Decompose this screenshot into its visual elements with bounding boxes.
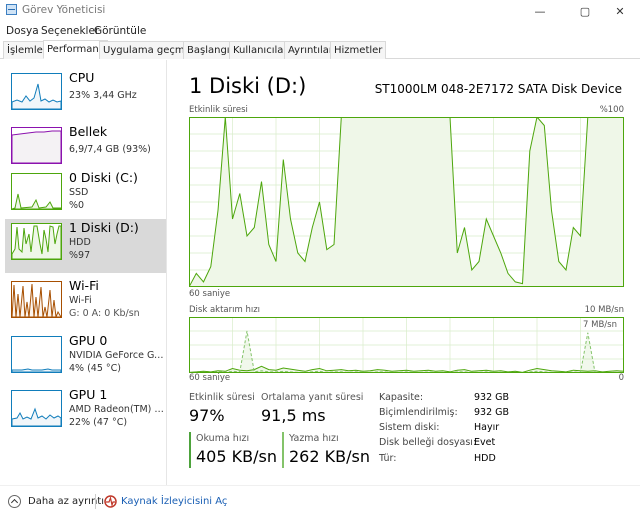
menu-bar: Dosya Seçenekler Görüntüle	[0, 22, 640, 40]
sidebar-item-usage: %97	[69, 250, 91, 261]
page-file-value: Evet	[474, 437, 496, 448]
active-time-label: Etkinlik süresi	[189, 392, 255, 403]
response-time-value: 91,5 ms	[261, 406, 326, 425]
memory-thumbnail-graph	[11, 127, 62, 164]
sidebar-item-detail: 23% 3,44 GHz	[69, 90, 137, 101]
transfer-chart-inner-label: 7 MB/sn	[582, 320, 618, 330]
sidebar-item-disk-1[interactable]: 1 Diski (D:) HDD %97	[5, 219, 166, 273]
menu-options[interactable]: Seçenekler	[41, 25, 99, 37]
read-speed-label: Okuma hızı	[196, 433, 250, 444]
sidebar-item-cpu[interactable]: CPU 23% 3,44 GHz	[5, 69, 166, 123]
formatted-value: 932 GB	[474, 407, 510, 418]
disk-model-name: ST1000LM 048-2E7172 SATA Disk Device	[374, 82, 622, 96]
system-disk-label: Sistem diski:	[379, 422, 440, 433]
tab-bar: İşlemler Performans Uygulama geçmişi Baş…	[0, 40, 640, 59]
active-time-value: 97%	[189, 406, 225, 425]
sidebar-item-wifi[interactable]: Wi-Fi Wi-Fi G: 0 A: 0 Kb/sn	[5, 277, 166, 331]
formatted-label: Biçimlendirilmiş:	[379, 407, 458, 418]
write-speed-value: 262 KB/sn	[289, 447, 370, 466]
disk-detail-panel: 1 Diski (D:) ST1000LM 048-2E7172 SATA Di…	[168, 60, 640, 485]
read-speed-indicator	[189, 432, 191, 468]
disk1-thumbnail-graph	[11, 223, 62, 260]
system-disk-value: Hayır	[474, 422, 500, 433]
gpu0-thumbnail-graph	[11, 336, 62, 373]
window-title: Görev Yöneticisi	[22, 4, 106, 16]
sidebar-item-name: 1 Diski (D:)	[69, 220, 139, 235]
sidebar-item-gpu-0[interactable]: GPU 0 NVIDIA GeForce GTX... 4% (45 °C)	[5, 332, 166, 386]
sidebar-item-detail: Wi-Fi	[69, 295, 92, 306]
write-speed-label: Yazma hızı	[289, 433, 339, 444]
footer-divider	[95, 494, 96, 509]
read-speed-value: 405 KB/sn	[196, 447, 277, 466]
resource-sidebar: CPU 23% 3,44 GHz Bellek 6,9/7,4 GB (93%)…	[0, 60, 167, 485]
write-speed-indicator	[282, 432, 284, 468]
capacity-value: 932 GB	[474, 392, 510, 403]
sidebar-item-detail: AMD Radeon(TM) Gr...	[69, 404, 165, 415]
sidebar-item-disk-0[interactable]: 0 Diski (C:) SSD %0	[5, 169, 166, 223]
resource-monitor-link[interactable]: Kaynak İzleyicisini Aç	[121, 496, 227, 507]
menu-view[interactable]: Görüntüle	[94, 25, 146, 37]
sidebar-item-name: GPU 0	[69, 333, 108, 348]
fewer-details-link[interactable]: Daha az ayrıntı	[28, 496, 104, 507]
transfer-chart-time-label: 60 saniye	[189, 373, 231, 383]
title-bar: Görev Yöneticisi — ▢ ✕	[0, 0, 640, 22]
sidebar-item-usage: 22% (47 °C)	[69, 417, 128, 428]
response-time-label: Ortalama yanıt süresi	[261, 392, 364, 403]
transfer-chart-zero-label: 0	[618, 373, 624, 383]
capacity-label: Kapasite:	[379, 392, 424, 403]
sidebar-item-name: GPU 1	[69, 387, 108, 402]
chevron-up-icon[interactable]	[8, 495, 21, 508]
page-file-label: Disk belleği dosyası:	[379, 437, 477, 448]
sidebar-item-detail: HDD	[69, 237, 91, 248]
sidebar-item-detail: NVIDIA GeForce GTX...	[69, 350, 165, 361]
activity-chart-max-label: %100	[599, 105, 624, 115]
transfer-chart-max-label: 10 MB/sn	[584, 305, 624, 315]
close-button[interactable]: ✕	[600, 0, 640, 22]
sidebar-item-name: Wi-Fi	[69, 278, 99, 293]
wifi-thumbnail-graph	[11, 281, 62, 318]
sidebar-item-throughput: G: 0 A: 0 Kb/sn	[69, 308, 140, 319]
task-manager-window: Görev Yöneticisi — ▢ ✕ Dosya Seçenekler …	[0, 0, 640, 514]
resource-monitor-icon[interactable]	[104, 495, 117, 508]
sidebar-item-name: CPU	[69, 70, 95, 85]
activity-time-chart	[189, 117, 624, 287]
sidebar-item-name: Bellek	[69, 124, 108, 139]
transfer-rate-chart	[189, 317, 624, 373]
tab-services[interactable]: Hizmetler	[330, 41, 387, 59]
footer-bar: Daha az ayrıntı Kaynak İzleyicisini Aç	[0, 485, 640, 514]
sidebar-item-gpu-1[interactable]: GPU 1 AMD Radeon(TM) Gr... 22% (47 °C)	[5, 386, 166, 440]
transfer-chart-label: Disk aktarım hızı	[189, 305, 261, 315]
sidebar-item-name: 0 Diski (C:)	[69, 170, 138, 185]
cpu-thumbnail-graph	[11, 73, 62, 110]
sidebar-item-usage: %0	[69, 200, 85, 211]
page-title: 1 Diski (D:)	[189, 74, 307, 98]
maximize-button[interactable]: ▢	[565, 0, 605, 22]
activity-chart-label: Etkinlik süresi	[189, 105, 248, 115]
task-manager-icon	[6, 4, 17, 15]
minimize-button[interactable]: —	[520, 0, 560, 22]
tab-users[interactable]: Kullanıcılar	[229, 41, 292, 59]
disk-type-label: Tür:	[379, 453, 397, 464]
disk0-thumbnail-graph	[11, 173, 62, 210]
activity-chart-time-label: 60 saniye	[189, 289, 231, 299]
sidebar-item-detail: SSD	[69, 187, 89, 198]
sidebar-item-usage: 4% (45 °C)	[69, 363, 121, 374]
gpu1-thumbnail-graph	[11, 390, 62, 427]
menu-file[interactable]: Dosya	[6, 25, 39, 37]
disk-type-value: HDD	[474, 453, 496, 464]
sidebar-item-detail: 6,9/7,4 GB (93%)	[69, 144, 151, 155]
